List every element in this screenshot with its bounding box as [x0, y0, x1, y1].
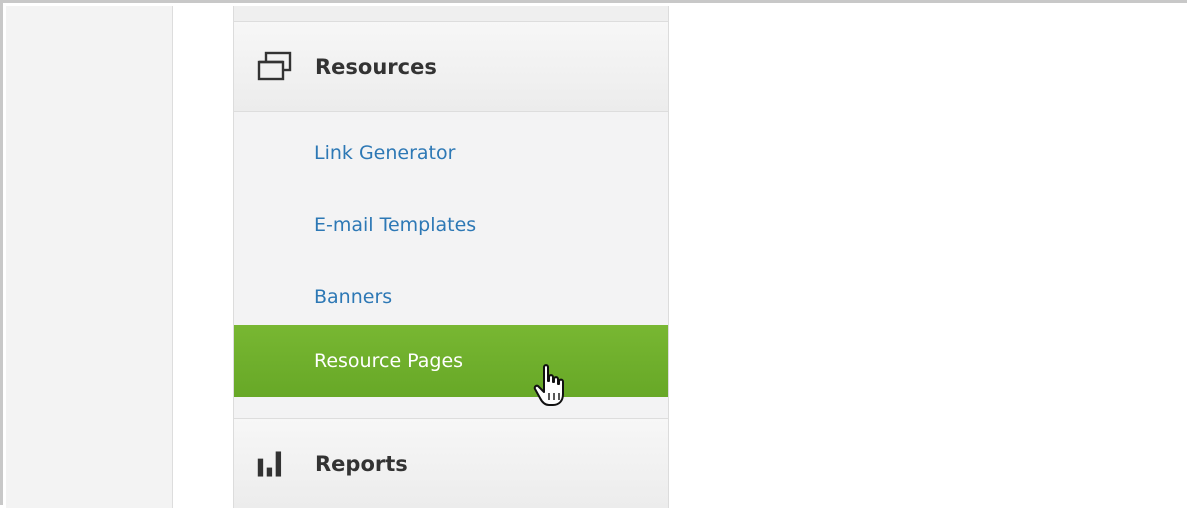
section-title-resources: Resources [315, 54, 437, 79]
menu-item-link-generator[interactable]: Link Generator [234, 117, 668, 189]
menu-item-label: E-mail Templates [314, 214, 477, 236]
menu-item-resource-pages[interactable]: Resource Pages [234, 325, 668, 397]
menu-item-e-mail-templates[interactable]: E-mail Templates [234, 189, 668, 261]
section-title-reports: Reports [315, 451, 408, 476]
bar-chart-icon [257, 450, 282, 477]
section-divider [234, 406, 668, 418]
window-stack-icon [257, 51, 292, 80]
menu-item-banners[interactable]: Banners [234, 261, 668, 333]
section-header-resources[interactable]: Resources [234, 22, 668, 112]
menu-item-label: Resource Pages [314, 350, 464, 372]
hand-pointer-icon [533, 364, 564, 406]
menu-top-edge [234, 6, 668, 22]
resources-menu-panel: Resources Link Generator E-mail Template… [233, 6, 669, 508]
section-header-reports[interactable]: Reports [234, 418, 668, 508]
content-gutter [173, 6, 233, 508]
menu-item-label: Link Generator [314, 142, 456, 164]
left-rail [6, 6, 173, 508]
screen-frame: Resources Link Generator E-mail Template… [0, 0, 1187, 508]
menu-item-label: Banners [314, 286, 393, 308]
